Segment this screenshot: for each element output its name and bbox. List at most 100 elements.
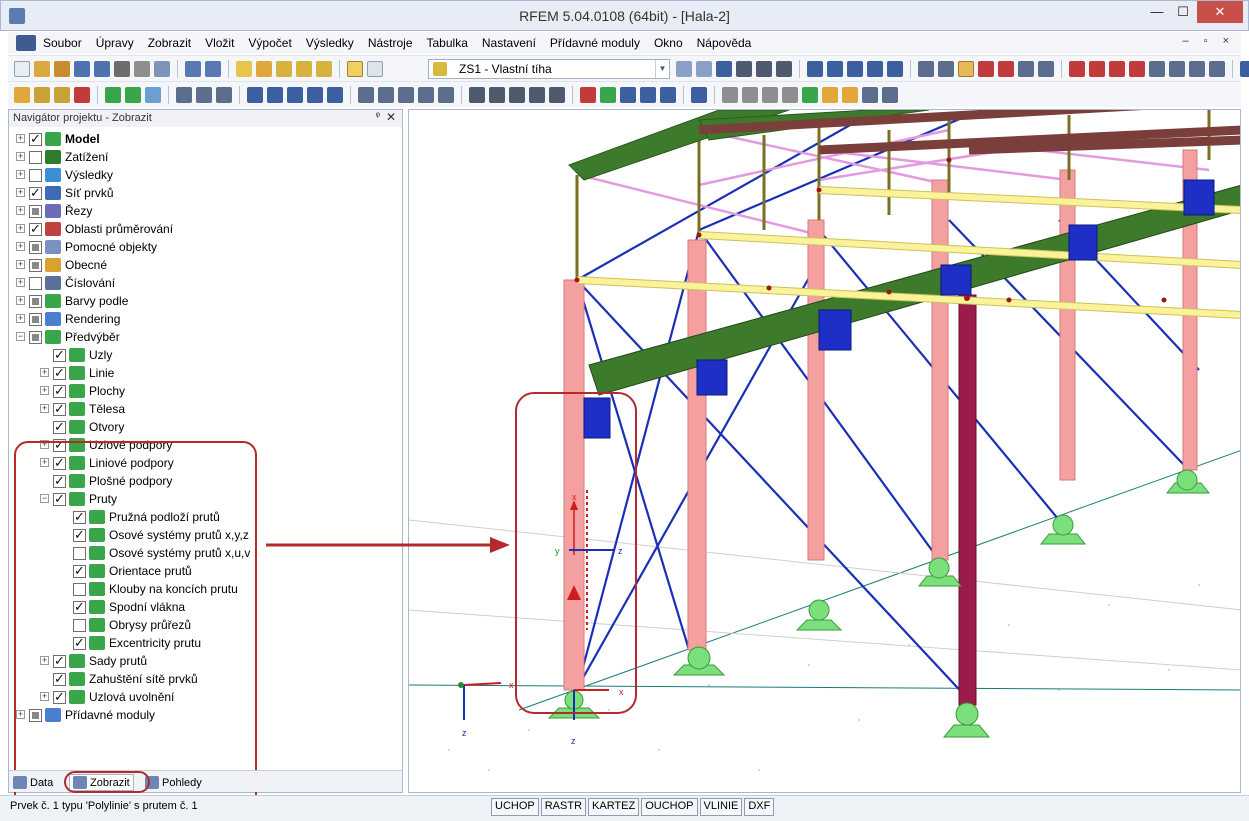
view-front-icon[interactable] xyxy=(549,87,565,103)
render-icon[interactable] xyxy=(327,87,343,103)
divide-icon[interactable] xyxy=(1038,61,1054,77)
menu-zobrazit[interactable]: Zobrazit xyxy=(148,36,191,50)
print-report-icon[interactable] xyxy=(134,61,150,77)
tree-item[interactable]: + Plochy xyxy=(40,382,125,400)
grid-icon[interactable] xyxy=(918,61,934,77)
tree-checkbox[interactable] xyxy=(53,401,66,417)
table-view-icon[interactable] xyxy=(862,87,878,103)
intersect-icon[interactable] xyxy=(1089,61,1105,77)
mdi-window-buttons[interactable]: – ▫ × xyxy=(1182,35,1235,47)
new-node-icon[interactable] xyxy=(14,87,30,103)
previous-arrow-icon[interactable] xyxy=(676,61,692,77)
tree-item[interactable]: Otvory xyxy=(53,418,124,436)
animation-icon[interactable] xyxy=(887,61,903,77)
close-button[interactable]: ✕ xyxy=(1197,1,1243,23)
tree-checkbox[interactable] xyxy=(53,365,66,381)
new-line-load-icon[interactable] xyxy=(196,87,212,103)
kartez-toggle[interactable]: KARTEZ xyxy=(588,798,640,816)
comment-icon[interactable] xyxy=(742,87,758,103)
grid-view-icon[interactable] xyxy=(882,87,898,103)
zoom-out-icon[interactable] xyxy=(509,87,525,103)
settings-icon[interactable] xyxy=(1189,61,1205,77)
layout-icon[interactable] xyxy=(842,87,858,103)
new-set-icon[interactable] xyxy=(125,87,141,103)
selection-icon[interactable] xyxy=(296,61,312,77)
new-polyline-icon[interactable] xyxy=(74,87,90,103)
new-support-icon[interactable] xyxy=(105,87,121,103)
menu-nastaveni[interactable]: Nastavení xyxy=(482,36,536,50)
search-icon[interactable] xyxy=(256,61,272,77)
guide-line-icon[interactable] xyxy=(762,87,778,103)
extreme-values-icon[interactable] xyxy=(776,61,792,77)
snap-icon[interactable] xyxy=(938,61,954,77)
surface-results-icon[interactable] xyxy=(847,61,863,77)
minimize-button[interactable]: — xyxy=(1144,1,1170,23)
view-iso-icon[interactable] xyxy=(247,87,263,103)
tree-item[interactable]: + Číslování xyxy=(16,274,115,292)
camera-icon[interactable] xyxy=(1169,61,1185,77)
expand-icon[interactable]: + xyxy=(16,260,25,269)
expand-icon[interactable]: + xyxy=(16,206,25,215)
folder-icon[interactable] xyxy=(316,61,332,77)
new-file-icon[interactable] xyxy=(14,61,30,77)
undo-icon[interactable] xyxy=(185,61,201,77)
move-icon[interactable] xyxy=(958,61,974,77)
tab-pohledy[interactable]: Pohledy xyxy=(145,774,202,791)
tree-item[interactable]: + Řezy xyxy=(16,202,92,220)
tree-item[interactable]: − Předvýběr xyxy=(16,328,120,346)
axis-rotate-icon[interactable] xyxy=(660,87,676,103)
dimension-icon[interactable] xyxy=(216,87,232,103)
save-as-icon[interactable] xyxy=(94,61,110,77)
tree-checkbox[interactable] xyxy=(29,312,42,326)
tree-item[interactable]: + Barvy podle xyxy=(16,292,128,310)
results-icon[interactable] xyxy=(716,61,732,77)
tree-item[interactable]: + Pomocné objekty xyxy=(16,238,157,256)
dimension-line-icon[interactable] xyxy=(722,87,738,103)
expand-icon[interactable]: + xyxy=(16,242,25,251)
menu-soubor[interactable]: Soubor xyxy=(43,36,82,50)
target-icon[interactable] xyxy=(276,61,292,77)
expand-icon[interactable]: + xyxy=(16,152,25,161)
expand-icon[interactable]: + xyxy=(40,404,49,413)
measure-icon[interactable] xyxy=(1149,61,1165,77)
document-icon[interactable] xyxy=(16,35,36,51)
maximize-button[interactable]: ☐ xyxy=(1170,1,1196,23)
rotate-icon[interactable] xyxy=(978,61,994,77)
move-copy-icon[interactable] xyxy=(358,87,374,103)
view-3d-icon[interactable] xyxy=(529,87,545,103)
collapse-icon[interactable]: − xyxy=(16,332,25,341)
plugin-icon[interactable] xyxy=(1209,61,1225,77)
coordinate-icon[interactable] xyxy=(378,87,394,103)
tree-item[interactable]: + Výsledky xyxy=(16,166,113,184)
pin-icon[interactable]: ᵠ xyxy=(376,111,380,122)
tree-checkbox[interactable] xyxy=(53,347,66,363)
tab-data[interactable]: Data xyxy=(13,774,53,791)
tree-checkbox[interactable] xyxy=(29,168,42,182)
axis-z-icon[interactable] xyxy=(620,87,636,103)
show-values-icon[interactable] xyxy=(736,61,752,77)
new-load-icon[interactable] xyxy=(176,87,192,103)
table-icon[interactable] xyxy=(418,87,434,103)
extend-icon[interactable] xyxy=(1109,61,1125,77)
tree-checkbox[interactable] xyxy=(29,131,42,147)
export-icon[interactable] xyxy=(1240,61,1249,77)
uchop-toggle[interactable]: UCHOP xyxy=(491,798,539,816)
support-reactions-icon[interactable] xyxy=(867,61,883,77)
expand-icon[interactable]: + xyxy=(16,314,25,323)
expand-icon[interactable]: + xyxy=(16,224,25,233)
open-file-icon[interactable] xyxy=(34,61,50,77)
tree-item[interactable]: + Zatížení xyxy=(16,148,108,166)
vlinie-toggle[interactable]: VLINIE xyxy=(699,798,743,816)
zoom-window-icon[interactable] xyxy=(489,87,505,103)
axis-x-icon[interactable] xyxy=(580,87,596,103)
copy-view-icon[interactable] xyxy=(438,87,454,103)
parts-list-icon[interactable] xyxy=(822,87,838,103)
menu-pridavne-moduly[interactable]: Přídavné moduly xyxy=(550,36,640,50)
menu-okno[interactable]: Okno xyxy=(654,36,683,50)
new-member-icon[interactable] xyxy=(54,87,70,103)
new-line-icon[interactable] xyxy=(34,87,50,103)
tree-item[interactable]: + Linie xyxy=(40,364,114,382)
tree-checkbox[interactable] xyxy=(29,185,42,201)
tree-item[interactable]: Uzly xyxy=(53,346,112,364)
chevron-down-icon[interactable]: ▼ xyxy=(655,60,669,78)
